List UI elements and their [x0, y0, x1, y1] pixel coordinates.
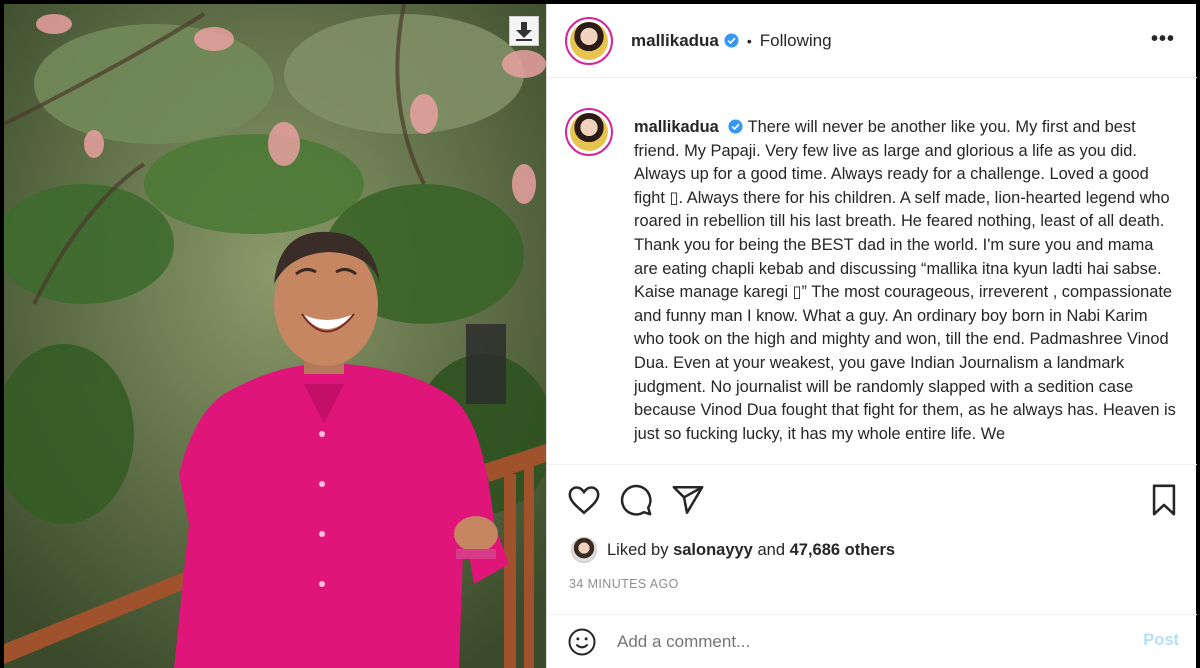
- save-post-button[interactable]: [1147, 483, 1181, 517]
- liked-by-and: and: [757, 540, 785, 559]
- caption-username[interactable]: mallikadua: [634, 118, 719, 136]
- post-header: mallikadua • Following •••: [547, 4, 1197, 78]
- heart-icon: [568, 486, 600, 515]
- emoji-icon[interactable]: [567, 627, 597, 657]
- avatar[interactable]: [565, 16, 613, 65]
- header-username[interactable]: mallikadua: [631, 31, 719, 51]
- comment-icon: [620, 484, 652, 516]
- separator-dot: •: [746, 32, 752, 49]
- like-button[interactable]: [567, 483, 601, 517]
- caption-body: There will never be another like you. My…: [634, 118, 1176, 443]
- liked-by-label: Liked by: [607, 540, 669, 559]
- avatar[interactable]: [571, 537, 597, 563]
- verified-badge-icon: [724, 33, 739, 48]
- following-button[interactable]: Following: [760, 31, 832, 51]
- post-comment-button[interactable]: Post: [1143, 631, 1179, 650]
- verified-badge-icon: [728, 119, 743, 134]
- share-button[interactable]: [671, 483, 705, 517]
- more-options-icon[interactable]: •••: [1151, 29, 1175, 49]
- comment-bar: Post: [547, 614, 1197, 668]
- post-photo[interactable]: [4, 4, 546, 668]
- likes-summary: Liked by salonayyy and 47,686 others: [571, 537, 895, 563]
- download-button[interactable]: [509, 16, 539, 46]
- comment-button[interactable]: [619, 483, 653, 517]
- comment-input[interactable]: [617, 631, 1097, 652]
- post-actions: Liked by salonayyy and 47,686 others 34 …: [547, 464, 1197, 614]
- post-timestamp[interactable]: 34 MINUTES AGO: [569, 577, 679, 591]
- caption-area: mallikadua There will never be another l…: [547, 102, 1197, 462]
- post-side-panel: mallikadua • Following ••• mallikadua Th…: [546, 4, 1197, 668]
- paper-plane-icon: [672, 485, 704, 515]
- caption-text: mallikadua There will never be another l…: [634, 116, 1180, 446]
- download-icon: [516, 22, 532, 41]
- liked-by-user[interactable]: salonayyy: [673, 541, 753, 560]
- photo-illustration: [4, 4, 546, 668]
- bookmark-icon: [1152, 484, 1176, 516]
- likes-count-link[interactable]: 47,686 others: [790, 541, 895, 560]
- instagram-post-window: mallikadua • Following ••• mallikadua Th…: [0, 0, 1200, 668]
- caption-avatar[interactable]: [565, 108, 613, 156]
